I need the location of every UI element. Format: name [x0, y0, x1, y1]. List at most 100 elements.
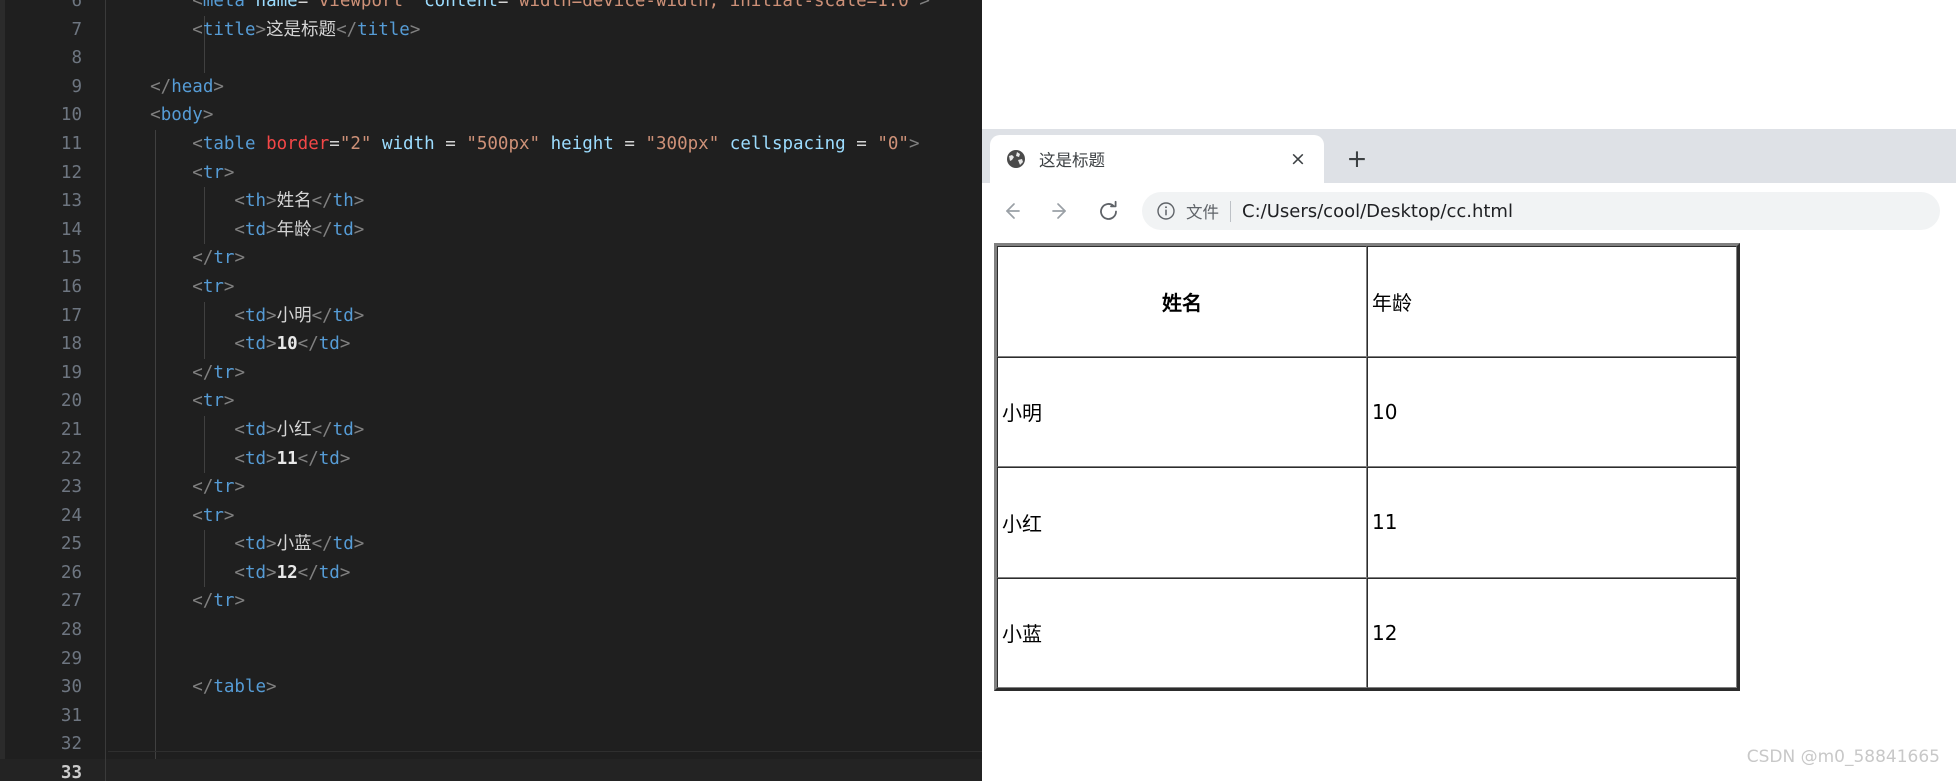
code-line[interactable]: 27 </tr>	[0, 587, 982, 617]
line-number: 19	[60, 362, 82, 383]
code-line[interactable]: 32	[0, 730, 982, 760]
code-token: >	[919, 0, 930, 11]
code-line[interactable]: 33	[0, 759, 982, 781]
close-icon[interactable]: ×	[1284, 145, 1312, 173]
table-row: 小蓝 12	[997, 577, 1737, 688]
code-line[interactable]: 7 <title>这是标题</title>	[0, 15, 982, 45]
gutter-divider	[105, 15, 106, 45]
code-token: tr	[202, 162, 224, 183]
code-line[interactable]: 24 <tr>	[0, 501, 982, 531]
code-line[interactable]: 29	[0, 644, 982, 674]
code-line[interactable]: 25 <td>小蓝</td>	[0, 530, 982, 559]
code-line[interactable]: 22 <td>11</td>	[0, 444, 982, 474]
code-token: </	[336, 19, 358, 40]
code-line-text: <tr>	[108, 387, 234, 416]
code-line[interactable]: 23 </tr>	[0, 473, 982, 502]
editor-bottom-divider	[108, 751, 982, 752]
table-cell: 12	[1367, 577, 1737, 688]
code-token: >	[266, 448, 277, 469]
code-line[interactable]: 13 <th>姓名</th>	[0, 187, 982, 216]
code-line[interactable]: 9 </head>	[0, 72, 982, 102]
code-line[interactable]: 26 <td>12</td>	[0, 558, 982, 588]
code-line-text: </tr>	[108, 244, 245, 273]
code-token: td	[244, 419, 267, 440]
address-bar[interactable]: 文件 C:/Users/cool/Desktop/cc.html	[1142, 192, 1940, 230]
url-text[interactable]: C:/Users/cool/Desktop/cc.html	[1242, 201, 1513, 222]
indent-guide	[204, 44, 205, 73]
browser-window[interactable]: 这是标题 × + 文件 C:/Users/cool/Desktop/cc.htm…	[982, 129, 1956, 781]
gutter-divider	[105, 644, 106, 674]
code-token: >	[266, 191, 277, 212]
page-viewport[interactable]: 姓名 年龄 小明 10 小红 11 小蓝 12	[982, 239, 1956, 781]
line-number: 31	[60, 705, 82, 726]
forward-button[interactable]	[1042, 193, 1078, 229]
code-line[interactable]: 28	[0, 616, 982, 645]
rendered-html-table-body: 姓名 年龄 小明 10 小红 11 小蓝 12	[997, 246, 1737, 688]
code-token: tr	[213, 248, 235, 269]
code-token: <	[108, 334, 245, 355]
code-line[interactable]: 21 <td>小红</td>	[0, 415, 982, 445]
code-token: >	[339, 448, 351, 469]
code-token: >	[223, 505, 235, 526]
browser-tab-strip[interactable]: 这是标题 × +	[982, 129, 1956, 183]
code-line[interactable]: 12 <tr>	[0, 158, 982, 188]
code-line[interactable]: 31	[0, 701, 982, 731]
table-cell: 10	[1367, 356, 1737, 467]
code-line[interactable]: 8	[0, 44, 982, 73]
browser-tab-active[interactable]: 这是标题 ×	[990, 135, 1324, 183]
code-lines-container[interactable]: 6 <meta name="viewport" content="width=d…	[0, 0, 982, 781]
code-line[interactable]: 10 <body>	[0, 101, 982, 130]
code-token: <	[108, 162, 203, 183]
code-token: title	[202, 19, 256, 40]
address-bar-separator	[1230, 200, 1231, 222]
code-line[interactable]: 15 </tr>	[0, 244, 982, 273]
code-line[interactable]: 20 <tr>	[0, 387, 982, 416]
code-line-text: <td>11</td>	[108, 445, 350, 474]
back-button[interactable]	[994, 193, 1030, 229]
code-token: >	[353, 219, 365, 240]
code-line-text: <td>小蓝</td>	[108, 530, 364, 559]
line-number: 9	[71, 76, 82, 97]
gutter-divider	[105, 673, 106, 702]
gutter-divider	[105, 129, 106, 159]
indent-guide	[155, 701, 156, 731]
code-token: td	[244, 334, 267, 355]
line-number: 25	[60, 534, 82, 555]
code-token: >	[202, 105, 214, 126]
gutter-divider	[105, 558, 106, 588]
info-circle-icon[interactable]	[1156, 201, 1176, 221]
code-token: >	[234, 248, 245, 269]
code-line[interactable]: 16 <tr>	[0, 272, 982, 302]
code-line[interactable]: 6 <meta name="viewport" content="width=d…	[0, 0, 982, 16]
watermark-text: CSDN @m0_58841665	[1746, 747, 1940, 767]
code-token: td	[244, 562, 267, 583]
table-cell: 小明	[997, 356, 1367, 467]
code-line[interactable]: 17 <td>小明</td>	[0, 301, 982, 331]
code-line[interactable]: 30 </table>	[0, 673, 982, 702]
code-editor-pane[interactable]: 6 <meta name="viewport" content="width=d…	[0, 0, 982, 781]
code-token: </	[311, 419, 333, 440]
code-line[interactable]: 11 <table border="2" width = "500px" hei…	[0, 129, 982, 159]
code-line[interactable]: 19 </tr>	[0, 358, 982, 388]
reload-button[interactable]	[1090, 193, 1126, 229]
code-line[interactable]: 14 <td>年龄</td>	[0, 215, 982, 245]
gutter-divider	[105, 101, 106, 130]
line-number: 11	[60, 133, 82, 154]
gutter-divider	[105, 444, 106, 474]
gutter-divider	[105, 473, 106, 502]
code-token: tr	[213, 591, 235, 612]
gutter-divider	[105, 244, 106, 273]
code-token: table	[213, 677, 267, 698]
new-tab-button[interactable]: +	[1340, 141, 1374, 175]
code-line-text: <td>小红</td>	[108, 416, 364, 445]
code-token: </	[108, 362, 214, 383]
browser-toolbar[interactable]: 文件 C:/Users/cool/Desktop/cc.html	[982, 183, 1956, 239]
code-line[interactable]: 18 <td>10</td>	[0, 330, 982, 359]
table-header-row: 姓名 年龄	[997, 246, 1737, 357]
gutter-divider	[105, 501, 106, 531]
